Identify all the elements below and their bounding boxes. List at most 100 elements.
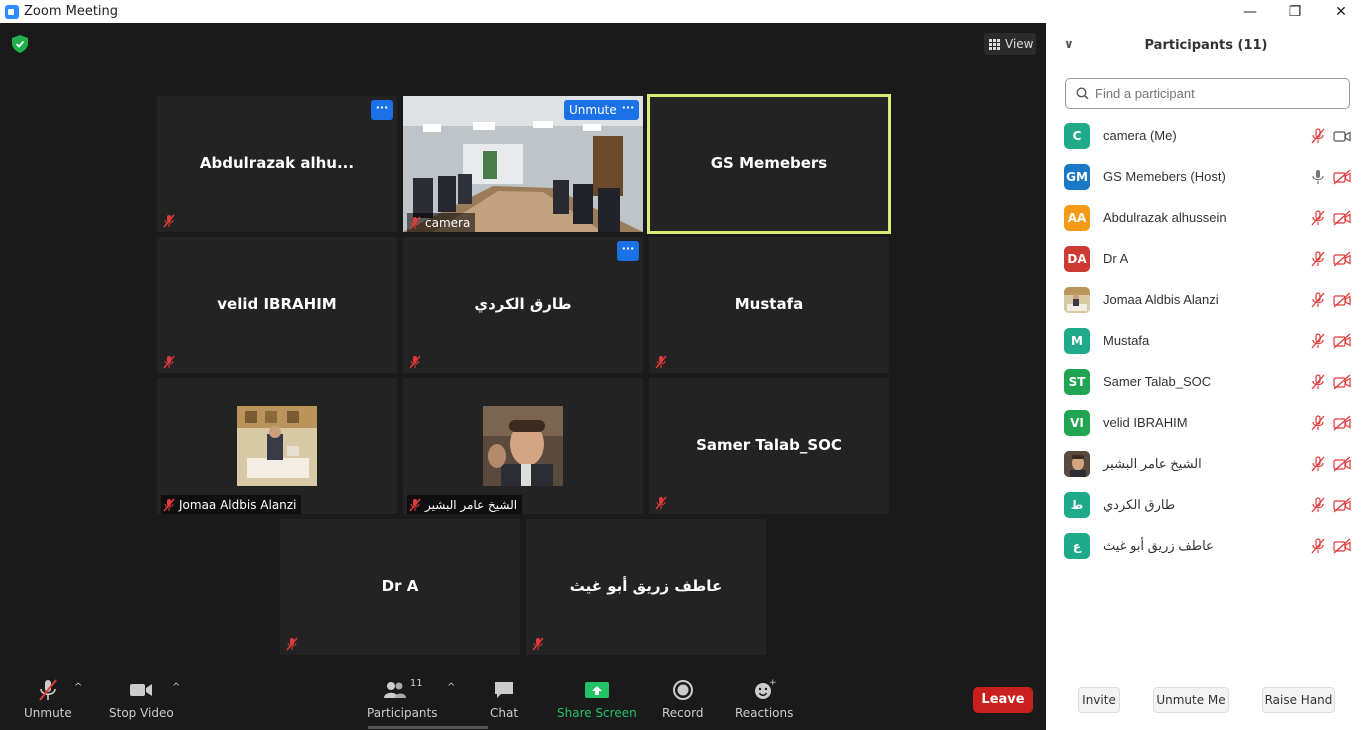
minimize-button[interactable]: — [1227,0,1273,23]
participant-name: velid IBRAHIM [1103,415,1188,430]
search-icon [1076,87,1089,100]
panel-title: Participants (11) [1144,38,1268,53]
video-off-icon[interactable] [1333,374,1351,390]
participant-name: velid IBRAHIM [217,295,337,313]
participant-name-caption: الشيخ عامر البشير [407,495,523,514]
participant-list: C camera (Me) GM GS Memebers (Host) AA A… [1046,115,1366,566]
video-off-icon[interactable] [1333,497,1351,513]
muted-mic-icon [286,637,298,651]
video-tile[interactable]: Dr A [280,519,520,655]
maximize-button[interactable]: ❐ [1272,0,1318,23]
record-button[interactable]: Record [662,678,703,720]
share-screen-button[interactable]: Share Screen [557,678,637,720]
participant-search-input[interactable] [1095,86,1335,101]
more-options-button[interactable]: ··· [617,241,639,261]
video-tile[interactable]: Mustafa [649,237,889,373]
video-tile[interactable]: الشيخ عامر البشير [403,378,643,514]
video-tile-camera[interactable]: camera Unmute ··· [403,96,643,232]
participant-name: Abdulrazak alhussein [1103,210,1227,225]
participant-name: Dr A [1103,251,1129,266]
participants-label: Participants [367,706,438,720]
stop-video-button[interactable]: Stop Video [109,678,174,720]
unmute-button[interactable]: Unmute [24,678,72,720]
view-button[interactable]: View [984,33,1036,55]
profile-photo [1064,286,1090,313]
participants-chevron-icon[interactable]: ^ [447,682,455,693]
muted-mic-icon[interactable] [1310,496,1326,513]
share-screen-label: Share Screen [557,706,637,720]
participants-button[interactable]: 11 Participants [367,678,438,720]
video-tile[interactable]: Jomaa Aldbis Alanzi [157,378,397,514]
video-tile[interactable]: Abdulrazak alhu... ··· [157,96,397,232]
video-off-icon[interactable] [1333,251,1351,267]
record-icon [672,680,693,700]
video-on-icon[interactable] [1333,128,1351,144]
participant-row[interactable]: DA Dr A [1046,238,1366,279]
muted-mic-icon[interactable] [1310,414,1326,431]
participant-row[interactable]: M Mustafa [1046,320,1366,361]
video-off-icon[interactable] [1333,333,1351,349]
muted-mic-icon[interactable] [1310,209,1326,226]
muted-mic-icon[interactable] [1310,332,1326,349]
video-tile[interactable]: طارق الكردي ··· [403,237,643,373]
muted-mic-icon[interactable] [1310,537,1326,554]
avatar-photo [1064,286,1090,313]
reactions-button[interactable]: + Reactions [735,678,793,720]
video-off-icon[interactable] [1333,169,1351,185]
muted-mic-icon[interactable] [1310,127,1326,144]
video-off-icon[interactable] [1333,210,1351,226]
video-tile[interactable]: Samer Talab_SOC [649,378,889,514]
video-tile[interactable]: عاطف زريق أبو غيث [526,519,766,655]
participant-name: عاطف زريق أبو غيث [569,577,723,595]
invite-button[interactable]: Invite [1078,687,1120,713]
title-bar: Zoom Meeting — ❐ ✕ [0,0,1366,23]
more-options-button[interactable]: ··· [617,100,639,120]
raise-hand-button[interactable]: Raise Hand [1262,687,1335,713]
participant-row[interactable]: ع عاطف زريق أبو غيث [1046,525,1366,566]
participant-search-box[interactable] [1065,78,1350,109]
unmute-chip-button[interactable]: Unmute [564,100,622,120]
participant-row[interactable]: GM GS Memebers (Host) [1046,156,1366,197]
participant-name: Dr A [381,577,419,595]
audio-options-chevron-icon[interactable]: ^ [74,682,82,693]
video-tile-active-speaker[interactable]: GS Memebers [647,94,891,234]
avatar: M [1064,327,1090,354]
participant-name: GS Memebers (Host) [1103,169,1226,184]
participant-row[interactable]: Jomaa Aldbis Alanzi [1046,279,1366,320]
participant-row[interactable]: ST Samer Talab_SOC [1046,361,1366,402]
muted-mic-icon[interactable] [1310,291,1326,308]
microphone-icon[interactable] [1310,169,1326,185]
video-off-icon[interactable] [1333,538,1351,554]
collapse-chevron-icon[interactable]: ∨ [1064,37,1074,51]
participant-name: طارق الكردي [474,295,572,313]
participant-row[interactable]: VI velid IBRAHIM [1046,402,1366,443]
avatar: ط [1064,491,1090,518]
participant-row[interactable]: الشيخ عامر البشير [1046,443,1366,484]
participant-name: Jomaa Aldbis Alanzi [1103,292,1219,307]
participant-row[interactable]: AA Abdulrazak alhussein [1046,197,1366,238]
video-tile[interactable]: velid IBRAHIM [157,237,397,373]
participants-count: 11 [409,678,423,689]
participant-name: Jomaa Aldbis Alanzi [179,497,297,512]
close-window-button[interactable]: ✕ [1318,0,1364,23]
more-options-button[interactable]: ··· [371,100,393,120]
muted-mic-icon[interactable] [1310,373,1326,390]
participant-row[interactable]: C camera (Me) [1046,115,1366,156]
chat-button[interactable]: Chat [490,678,518,720]
video-options-chevron-icon[interactable]: ^ [172,682,180,693]
muted-mic-icon[interactable] [1310,250,1326,267]
video-off-icon[interactable] [1333,415,1351,431]
unmute-me-button[interactable]: Unmute Me [1153,687,1229,713]
video-gallery: View Abdulrazak alhu... ··· camera Unmut… [0,23,1046,730]
muted-mic-icon [409,216,421,229]
participant-name: Samer Talab_SOC [696,436,842,454]
security-shield-icon[interactable] [12,35,28,53]
video-off-icon[interactable] [1333,292,1351,308]
participant-name: طارق الكردي [1103,496,1176,512]
muted-mic-icon[interactable] [1310,455,1326,472]
participant-row[interactable]: ط طارق الكردي [1046,484,1366,525]
video-off-icon[interactable] [1333,456,1351,472]
profile-photo [1064,450,1090,477]
avatar: AA [1064,204,1090,231]
leave-meeting-button[interactable]: Leave [973,687,1033,713]
